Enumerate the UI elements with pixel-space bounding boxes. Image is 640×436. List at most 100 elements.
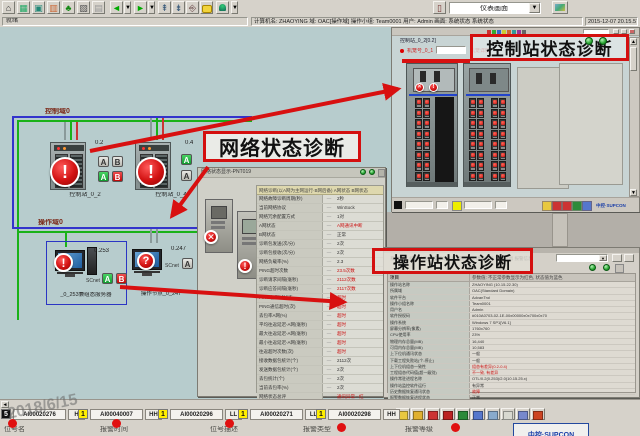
network-table-header: 网络诊断(以A网为主网运行·B网后备) A网状态 B网状态 <box>257 186 383 195</box>
alarm-tag: AI00040007 <box>90 409 143 420</box>
window-menu-icon[interactable] <box>378 169 385 177</box>
cage-label: 机笼号_0_1 <box>407 48 433 54</box>
datetime-cell: 2015-12-07 20.15.57 <box>585 17 638 26</box>
trend-bars-icon[interactable] <box>456 408 470 420</box>
io-module-card <box>491 130 498 140</box>
network-diag-title: 网络状态显示-PNT019 <box>198 168 385 175</box>
data-table-icon[interactable] <box>471 408 485 420</box>
station-0-2-alarm-icon: ! <box>50 157 80 187</box>
close-icon[interactable] <box>629 29 635 34</box>
cage-number-input[interactable] <box>436 46 466 54</box>
cabinet-1-blank-bay <box>435 97 454 183</box>
recording-dot-5 <box>451 423 460 432</box>
io-module-card <box>499 130 506 140</box>
forward-icon[interactable]: ► <box>134 1 147 14</box>
io-module-card <box>415 109 422 119</box>
io-module-card <box>491 140 498 150</box>
node-0-253-alarm-icon: ! <box>54 253 73 272</box>
network-diag-titlebar[interactable]: 网络状态显示-PNT019 <box>198 168 385 178</box>
ctrl-nav-prev-icon[interactable] <box>585 37 593 45</box>
node-0-247-question-icon: ? <box>137 252 155 270</box>
io-module-card <box>477 161 484 171</box>
io-module-card <box>469 140 476 150</box>
user-icon[interactable] <box>216 1 229 14</box>
alarm-footer-label: 报警类型 <box>303 426 331 434</box>
op-table-header-item: 项目 <box>388 274 470 281</box>
control-net-a-line <box>12 116 252 118</box>
grid-view-icon[interactable]: ▦ <box>17 1 30 14</box>
history-icon[interactable]: ▧ <box>77 1 90 14</box>
back-dropdown-icon[interactable]: ▼ <box>124 1 131 14</box>
network-table-row: 诊断应答间隔(毫秒)—2117次数 <box>257 285 383 294</box>
combo-value: 仪表画面 <box>480 5 508 13</box>
station-0-2-addr: 0.2 <box>95 140 103 147</box>
io-module-card <box>499 98 506 108</box>
io-module-card <box>423 151 430 161</box>
alarm-entry[interactable]: 1AI00020271LL <box>238 408 322 420</box>
layout-grid-icon[interactable] <box>516 408 530 420</box>
alarm-count-badge: 1 <box>158 409 168 419</box>
window-view-icon[interactable]: ▣ <box>32 1 45 14</box>
alarm-panel-icon[interactable] <box>426 408 440 420</box>
operator-station-combobox[interactable]: ▼ <box>556 254 608 262</box>
forward-dropdown-icon[interactable]: ▼ <box>148 1 155 14</box>
op-table-rows: 操作站名称ZHAOYING (10.15.22.30)所属域OAC(Standa… <box>388 282 635 414</box>
alarm-count-badge: 1 <box>316 409 326 419</box>
io-module-card <box>415 161 422 171</box>
tools-icon[interactable] <box>552 1 568 14</box>
page-down-icon[interactable]: ⇟ <box>172 1 185 14</box>
network-table-row: 诊断包发送(次/分)—2次 <box>257 240 383 249</box>
network-table-row: 最大往返延迟-A网(毫秒)—超时 <box>257 330 383 339</box>
network-table-row: 往返超时次数(次)—超时 <box>257 348 383 357</box>
node-0-253-badge-b: B <box>116 273 127 284</box>
network-table-row: 接收数据包统计(个)—2112次 <box>257 357 383 366</box>
back-icon[interactable]: ◄ <box>110 1 123 14</box>
recording-dot-1 <box>8 419 17 428</box>
combo-dropdown-icon[interactable]: ▼ <box>529 3 540 13</box>
alarm-panel2-icon[interactable] <box>441 408 455 420</box>
io-module-card <box>423 140 430 150</box>
op-table-header-value: 参数值: 不正常参数显示为红色, 状态值为蓝色 <box>470 274 625 281</box>
system-clock-icon[interactable] <box>531 408 545 420</box>
nav-prev-icon[interactable] <box>360 169 366 175</box>
export-icon[interactable] <box>624 254 634 262</box>
tree-icon[interactable]: ♣ <box>62 1 75 14</box>
alarm-ack-icon[interactable] <box>411 408 425 420</box>
ctrl-nav-next-icon[interactable] <box>599 37 607 45</box>
message-balloon-icon[interactable] <box>200 1 213 14</box>
home-icon[interactable]: ⌂ <box>2 1 15 14</box>
user-dropdown-icon[interactable]: ▼ <box>231 1 238 14</box>
io-module-card <box>423 119 430 129</box>
document-icon[interactable] <box>501 408 515 420</box>
trend-chart-icon[interactable]: ▥ <box>47 1 60 14</box>
alarm-entry[interactable]: 1AI00040007HH <box>78 408 162 420</box>
station-0-4-badge-a1: A <box>181 154 192 165</box>
io-module-card <box>477 140 484 150</box>
refresh-icon[interactable] <box>612 254 622 262</box>
network-table-row: 网络负载率(%)—2.3 <box>257 258 383 267</box>
exit-icon[interactable]: ⎆ <box>186 1 199 14</box>
network-table-row: 最小往返延迟-A网(毫秒)—超时 <box>257 339 383 348</box>
network-table-row: 诊断请求间隔(毫秒)—2112次数 <box>257 276 383 285</box>
cabinet-2[interactable] <box>463 63 511 187</box>
op-window-menu-icon[interactable] <box>615 264 624 273</box>
io-module-card <box>423 172 430 182</box>
empty-bay-panel-2 <box>559 63 623 185</box>
op-nav-prev-icon[interactable] <box>589 264 596 271</box>
cabinet-icon[interactable]: ▯ <box>433 1 446 14</box>
io-module-card <box>469 109 476 119</box>
op-nav-next-icon[interactable] <box>603 264 610 271</box>
nav-next-icon[interactable] <box>369 169 375 175</box>
picture-icon[interactable] <box>486 408 500 420</box>
node-0-253-name: _0_253兼组态服务器 <box>48 292 124 299</box>
page-up-icon[interactable]: ⇞ <box>158 1 171 14</box>
io-module-card <box>499 119 506 129</box>
annotation-operator-diag: 操作站状态诊断 <box>372 248 533 274</box>
cabinet-1[interactable]: ✕ ! <box>406 63 458 187</box>
alarm-entry[interactable]: 1AI00020298HH <box>316 408 400 420</box>
cabinet-1-modules <box>415 98 430 182</box>
io-module-card <box>477 109 484 119</box>
node-0-253-selection-box[interactable]: ! 0.253 SCnet A B _0_253兼组态服务器 <box>46 241 127 305</box>
control-window-scrollbar[interactable]: ▲ ▼ <box>629 37 640 197</box>
screen-select-combobox[interactable]: 仪表画面 ▼ <box>449 2 541 14</box>
